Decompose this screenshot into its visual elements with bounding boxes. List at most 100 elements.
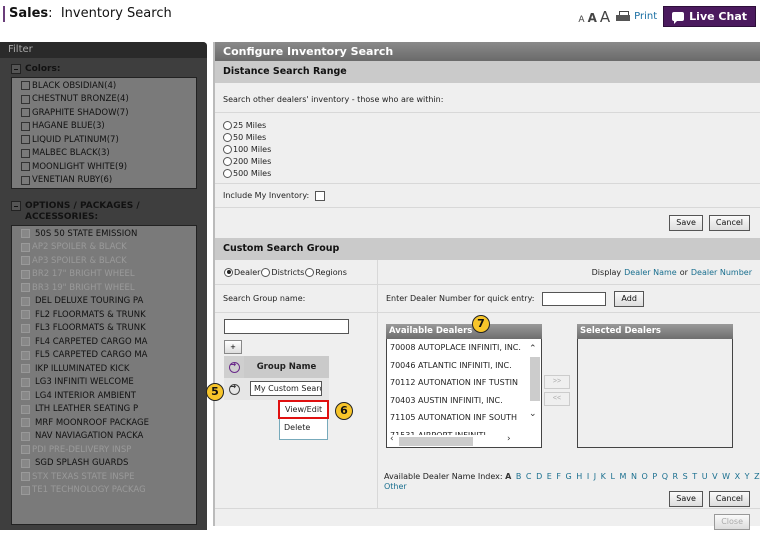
radio-button[interactable] — [223, 120, 232, 130]
checkbox[interactable] — [21, 148, 30, 158]
delete-menu-item[interactable]: Delete — [280, 419, 327, 438]
checkbox[interactable] — [21, 135, 30, 145]
checkbox[interactable] — [21, 418, 30, 428]
checkbox[interactable] — [21, 175, 30, 185]
checkbox[interactable] — [21, 337, 30, 347]
vertical-scrollbar[interactable]: ⌃ ⌄ — [528, 339, 540, 435]
dealer-list-item[interactable]: 70008 AUTOPLACE INFINITI, INC. — [387, 339, 529, 357]
checkbox[interactable] — [21, 94, 30, 104]
live-chat-button[interactable]: Live Chat — [663, 6, 756, 27]
move-left-button[interactable]: << — [544, 392, 570, 406]
arrow-right-circle-icon[interactable] — [228, 382, 240, 395]
dealer-list-item[interactable]: 70112 AUTONATION INF TUSTIN — [387, 374, 529, 392]
dealer-list-item[interactable]: 70046 ATLANTIC INFINITI, INC. — [387, 357, 529, 375]
checkbox[interactable] — [21, 431, 30, 441]
scroll-thumb[interactable] — [399, 437, 473, 446]
color-filter-item[interactable]: VENETIAN RUBY(6) — [21, 174, 187, 188]
search-group-name-input[interactable] — [224, 319, 349, 334]
distance-save-button[interactable]: Save — [669, 215, 703, 231]
option-filter-item[interactable]: LG3 INFINITI WELCOME — [21, 376, 187, 390]
checkbox[interactable] — [21, 350, 30, 360]
dealer-list-item[interactable]: 70403 AUSTIN INFINITI, INC. — [387, 392, 529, 410]
index-letter-link[interactable]: D — [536, 472, 542, 481]
close-button[interactable]: Close — [714, 514, 750, 530]
index-letter-link[interactable]: R — [673, 472, 679, 481]
dealer-list-item[interactable]: 71105 AUTONATION INF SOUTH — [387, 409, 529, 427]
group-cancel-button[interactable]: Cancel — [708, 491, 750, 507]
checkbox[interactable] — [21, 404, 30, 414]
distance-option[interactable]: 500 Miles — [223, 167, 752, 179]
color-filter-item[interactable]: HAGANE BLUE(3) — [21, 120, 187, 134]
option-filter-item[interactable]: FL2 FLOORMATS & TRUNK — [21, 308, 187, 322]
include-inventory-checkbox[interactable] — [315, 190, 326, 201]
collapse-icon[interactable] — [11, 201, 21, 211]
checkbox[interactable] — [21, 377, 30, 387]
colors-section-toggle[interactable]: Colors: — [0, 58, 207, 77]
index-letter-link[interactable]: U — [702, 472, 708, 481]
option-filter-item[interactable]: FL4 CARPETED CARGO MA — [21, 335, 187, 349]
radio-button[interactable] — [223, 144, 232, 154]
group-mode-option[interactable]: Regions — [305, 267, 347, 277]
arrow-right-circle-icon[interactable] — [228, 360, 240, 373]
checkbox[interactable] — [21, 310, 30, 320]
scroll-up-icon[interactable]: ⌃ — [529, 344, 537, 354]
index-letter-link[interactable]: E — [547, 472, 552, 481]
option-filter-item[interactable]: FL5 CARPETED CARGO MA — [21, 349, 187, 363]
group-mode-option[interactable]: Districts — [261, 267, 304, 277]
distance-option[interactable]: 25 Miles — [223, 119, 752, 131]
display-dealer-name-link[interactable]: Dealer Name — [624, 268, 677, 277]
available-dealers-listbox[interactable]: 70008 AUTOPLACE INFINITI, INC. 70046 ATLA… — [386, 339, 542, 448]
print-link[interactable]: Print — [616, 10, 657, 23]
radio-button[interactable] — [261, 267, 271, 277]
index-letter-link[interactable]: F — [556, 472, 561, 481]
scroll-down-icon[interactable]: ⌄ — [529, 409, 537, 419]
display-dealer-number-link[interactable]: Dealer Number — [691, 268, 752, 277]
index-letter-link[interactable]: B — [516, 472, 522, 481]
group-save-button[interactable]: Save — [669, 491, 703, 507]
index-letter-link[interactable]: Z — [754, 472, 759, 481]
index-letter-link[interactable]: L — [610, 472, 614, 481]
option-filter-item[interactable]: MRF MOONROOF PACKAGE — [21, 416, 187, 430]
group-name-field[interactable]: My Custom Search — [250, 381, 322, 396]
index-letter-link[interactable]: G — [566, 472, 572, 481]
color-filter-item[interactable]: MALBEC BLACK(3) — [21, 147, 187, 161]
scroll-thumb[interactable] — [530, 357, 540, 401]
index-letter-link[interactable]: C — [526, 472, 532, 481]
checkbox[interactable] — [21, 323, 30, 333]
color-filter-item[interactable]: BLACK OBSIDIAN(4) — [21, 79, 187, 93]
index-letter-link[interactable]: J — [594, 472, 596, 481]
selected-dealers-listbox[interactable] — [577, 339, 733, 448]
move-right-button[interactable]: >> — [544, 375, 570, 389]
color-filter-item[interactable]: LIQUID PLATINUM(7) — [21, 133, 187, 147]
option-filter-item[interactable]: FL3 FLOORMATS & TRUNK — [21, 322, 187, 336]
dealer-number-input[interactable] — [542, 291, 607, 306]
color-filter-item[interactable]: GRAPHITE SHADOW(7) — [21, 106, 187, 120]
font-size-medium-button[interactable]: A — [588, 11, 597, 25]
option-filter-item[interactable]: LTH LEATHER SEATING P — [21, 403, 187, 417]
index-letter-link[interactable]: N — [631, 472, 637, 481]
index-letter-link[interactable]: M — [619, 472, 626, 481]
option-filter-item[interactable]: IKP ILLUMINATED KICK — [21, 362, 187, 376]
radio-button[interactable] — [224, 267, 233, 277]
radio-button[interactable] — [223, 168, 232, 178]
add-group-button[interactable]: + — [224, 340, 242, 354]
checkbox[interactable] — [21, 121, 30, 131]
checkbox[interactable] — [21, 229, 30, 239]
distance-cancel-button[interactable]: Cancel — [708, 215, 750, 231]
index-letter-link[interactable]: K — [601, 472, 606, 481]
checkbox[interactable] — [21, 391, 30, 401]
index-letter-link[interactable]: W — [722, 472, 730, 481]
index-letter-link[interactable]: T — [692, 472, 697, 481]
distance-option[interactable]: 100 Miles — [223, 143, 752, 155]
scroll-right-icon[interactable]: › — [507, 434, 511, 444]
checkbox[interactable] — [21, 364, 30, 374]
font-size-large-button[interactable]: A — [600, 8, 610, 26]
option-filter-item[interactable]: SGD SPLASH GUARDS — [21, 457, 187, 471]
option-filter-item[interactable]: LG4 INTERIOR AMBIENT — [21, 389, 187, 403]
option-filter-item[interactable]: 50S 50 STATE EMISSION — [21, 227, 187, 241]
options-section-toggle[interactable]: OPTIONS / PACKAGES / ACCESSORIES: — [0, 195, 207, 225]
scroll-left-icon[interactable]: ‹ — [390, 434, 394, 444]
index-letter-link[interactable]: H — [576, 472, 582, 481]
radio-button[interactable] — [223, 132, 232, 142]
index-letter-link[interactable]: X — [735, 472, 740, 481]
